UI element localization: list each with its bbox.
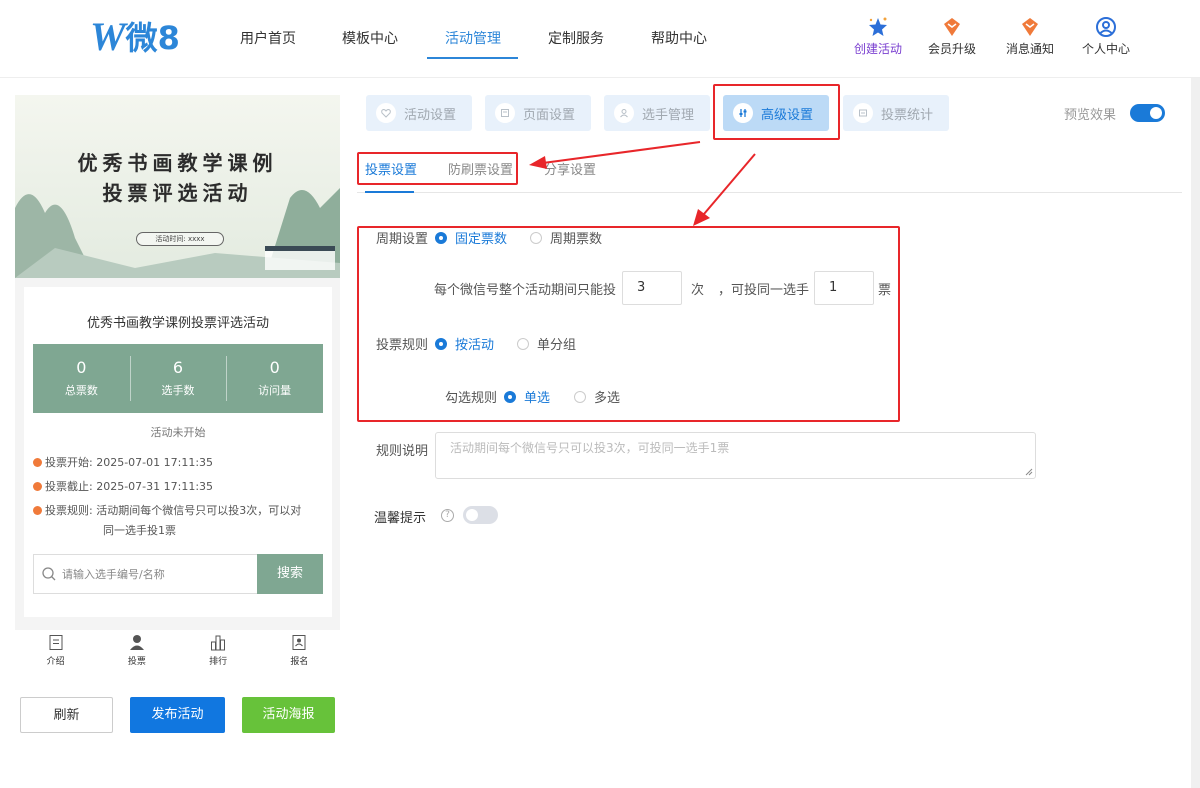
clock-icon xyxy=(33,458,42,467)
nav-help-center[interactable]: 帮助中心 xyxy=(651,28,707,48)
clock-icon xyxy=(33,482,42,491)
bar-chart-icon xyxy=(211,635,226,651)
logo-w-mark: W xyxy=(90,13,126,59)
rule-description-textarea[interactable]: 活动期间每个微信号只可以投3次，可投同一选手1票 xyxy=(435,432,1036,479)
stat-value: 0 xyxy=(269,358,280,377)
annotation-box-vote-settings xyxy=(357,226,900,422)
nav-templates[interactable]: 模板中心 xyxy=(342,28,398,48)
top-navbar: W 微8 用户首页 模板中心 活动管理 定制服务 帮助中心 创建活动 会员升级 … xyxy=(0,0,1200,78)
tab-label: 报名 xyxy=(290,657,309,667)
stats-panel: 0 总票数 6 选手数 0 访问量 xyxy=(33,344,323,413)
tab-label: 投票 xyxy=(127,657,146,667)
activity-title: 优秀书画教学课例投票评选活动 xyxy=(86,316,269,331)
tab-contestant-management[interactable]: 选手管理 xyxy=(604,95,710,131)
tab-label: 介绍 xyxy=(46,657,65,667)
logo-text: 微8 xyxy=(125,19,180,57)
vote-rule-info-line2: 同一选手投1票 xyxy=(103,524,176,537)
resize-grip-icon[interactable] xyxy=(1025,468,1033,476)
stat-total-votes: 0 总票数 xyxy=(33,344,130,413)
banner-time-pill: 活动时间: xxxx xyxy=(136,232,224,246)
tab-page-settings[interactable]: 页面设置 xyxy=(485,95,591,131)
search-icon xyxy=(42,567,56,581)
create-activity-label: 创建活动 xyxy=(853,42,902,56)
vote-rule-text: 投票规则: 活动期间每个微信号只可以投3次，可以对 xyxy=(45,504,302,517)
tab-label: 活动设置 xyxy=(404,107,457,123)
refresh-button[interactable]: 刷新 xyxy=(20,697,113,733)
member-upgrade-button[interactable]: 会员升级 xyxy=(917,16,987,57)
stat-label: 选手数 xyxy=(161,384,195,397)
activity-status: 活动未开始 xyxy=(150,426,206,439)
tab-activity-settings[interactable]: 活动设置 xyxy=(366,95,472,131)
nav-activity-management[interactable]: 活动管理 xyxy=(445,28,501,48)
phone-tabbar: 介绍 投票 排行 报名 xyxy=(15,630,340,675)
diamond-badge-icon xyxy=(1022,18,1038,36)
nav-home[interactable]: 用户首页 xyxy=(240,28,296,48)
stat-visits: 0 访问量 xyxy=(226,344,323,413)
tab-ranking[interactable]: 排行 xyxy=(178,630,259,675)
star-icon xyxy=(869,17,887,36)
stat-value: 0 xyxy=(76,358,87,377)
activity-poster-button[interactable]: 活动海报 xyxy=(242,697,335,733)
tab-label: 排行 xyxy=(209,657,228,667)
tab-label: 页面设置 xyxy=(523,107,576,123)
stat-contestants: 6 选手数 xyxy=(129,344,227,413)
rule-description-label: 规则说明 xyxy=(376,444,429,459)
vote-rule-info: 投票规则: 活动期间每个微信号只可以投3次，可以对 xyxy=(33,503,323,519)
contestant-search: 搜索 xyxy=(33,554,323,594)
profile-label: 个人中心 xyxy=(1081,42,1130,56)
tab-vote-statistics[interactable]: 投票统计 xyxy=(843,95,949,131)
page-right-edge xyxy=(1191,78,1200,788)
vote-start-text: 投票开始: 2025-07-01 17:11:35 xyxy=(45,456,214,469)
profile-button[interactable]: 个人中心 xyxy=(1071,16,1141,57)
notifications-label: 消息通知 xyxy=(1005,42,1054,56)
person-icon xyxy=(614,103,634,123)
question-icon[interactable]: ? xyxy=(441,509,454,522)
preview-label: 预览效果 xyxy=(1064,108,1117,123)
stat-label: 访问量 xyxy=(258,384,292,397)
vote-end-text: 投票截止: 2025-07-31 17:11:35 xyxy=(45,480,214,493)
preview-toggle[interactable] xyxy=(1130,104,1165,122)
search-button[interactable]: 搜索 xyxy=(257,554,323,594)
subtab-share-settings[interactable]: 分享设置 xyxy=(544,159,596,178)
user-circle-icon xyxy=(1096,17,1116,37)
id-card-icon xyxy=(292,635,306,650)
stat-value: 6 xyxy=(172,358,184,377)
publish-activity-button[interactable]: 发布活动 xyxy=(130,697,225,733)
phone-preview: 优秀书画教学课例 投票评选活动 活动时间: xxxx 优秀书画教学课例投票评选活… xyxy=(15,95,340,675)
heart-icon xyxy=(376,103,396,123)
create-activity-button[interactable]: 创建活动 xyxy=(843,16,913,57)
banner-title-line1: 优秀书画教学课例 xyxy=(77,151,278,175)
tab-intro[interactable]: 介绍 xyxy=(15,630,96,675)
tab-label: 选手管理 xyxy=(642,107,695,123)
chart-icon xyxy=(853,103,873,123)
subtab-active-underline xyxy=(365,191,414,193)
contestant-search-input[interactable] xyxy=(62,555,252,593)
stat-label: 总票数 xyxy=(64,384,98,397)
diamond-badge-icon xyxy=(944,18,960,36)
activity-banner: 优秀书画教学课例 投票评选活动 活动时间: xxxx xyxy=(15,95,340,278)
notifications-button[interactable]: 消息通知 xyxy=(995,16,1065,57)
annotation-box-advanced-settings xyxy=(713,84,840,140)
tab-signup[interactable]: 报名 xyxy=(259,630,340,675)
activity-card: 优秀书画教学课例投票评选活动 0 总票数 6 选手数 0 访问量 活动未开始 投票开始… xyxy=(24,287,332,617)
logo[interactable]: W 微8 xyxy=(90,14,180,59)
nav-custom-service[interactable]: 定制服务 xyxy=(548,28,604,48)
document-icon xyxy=(49,635,63,650)
annotation-box-subtabs xyxy=(357,152,518,185)
member-upgrade-label: 会员升级 xyxy=(927,42,976,56)
nav-active-underline xyxy=(427,57,518,59)
person-icon xyxy=(129,635,144,650)
tab-label: 投票统计 xyxy=(881,107,934,123)
vote-end-info: 投票截止: 2025-07-31 17:11:35 xyxy=(33,479,213,495)
tab-vote[interactable]: 投票 xyxy=(96,630,177,675)
tip-toggle[interactable] xyxy=(463,506,498,524)
banner-title-line2: 投票评选活动 xyxy=(102,181,253,205)
tip-label: 温馨提示 xyxy=(374,511,427,526)
info-icon xyxy=(33,506,42,515)
page-icon xyxy=(495,103,515,123)
vote-start-info: 投票开始: 2025-07-01 17:11:35 xyxy=(33,455,213,471)
textarea-placeholder: 活动期间每个微信号只可以投3次，可投同一选手1票 xyxy=(450,441,730,455)
